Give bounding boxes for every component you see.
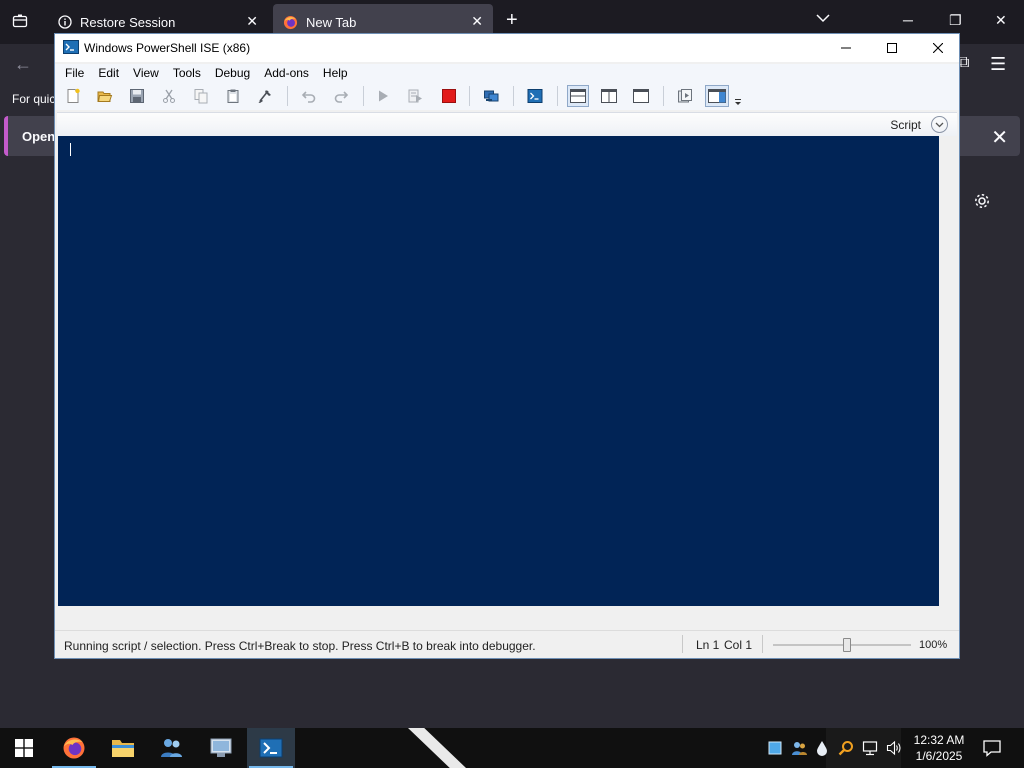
zoom-slider-thumb[interactable] — [843, 638, 851, 652]
script-pane-toggle-bar: Script — [57, 112, 957, 136]
clock-time: 12:32 AM — [913, 733, 965, 747]
menu-debug[interactable]: Debug — [208, 64, 257, 82]
hamburger-menu-icon[interactable]: ☰ — [990, 54, 1006, 75]
close-tab-icon[interactable]: ✕ — [246, 13, 258, 30]
menu-bar: File Edit View Tools Debug Add-ons Help — [55, 64, 959, 82]
wallpaper-stripe — [408, 728, 466, 768]
script-toggle-label[interactable]: Script — [890, 118, 921, 132]
console-pane[interactable] — [58, 136, 939, 606]
tab-label: Restore Session — [80, 14, 176, 30]
gear-icon[interactable] — [973, 192, 991, 213]
people-icon[interactable] — [148, 728, 196, 768]
zoom-level: 100% — [919, 639, 948, 651]
paste-icon[interactable] — [223, 86, 243, 106]
clock-date: 1/6/2025 — [915, 749, 963, 763]
text-caret — [70, 143, 71, 156]
window-title: Windows PowerShell ISE (x86) — [84, 41, 251, 55]
vertical-scrollbar[interactable] — [939, 136, 957, 606]
powershell-ise-icon — [63, 39, 79, 58]
tab-label: New Tab — [306, 14, 357, 30]
start-powershell-exe-icon[interactable] — [525, 86, 545, 106]
firefox-view-icon[interactable] — [12, 13, 28, 32]
toolbar-overflow-icon[interactable] — [733, 92, 743, 112]
chevron-down-icon[interactable] — [931, 116, 948, 133]
script-pane-top-icon[interactable] — [567, 85, 589, 107]
water-drop-icon[interactable] — [814, 740, 830, 756]
taskbar: 12:32 AM 1/6/2025 — [0, 728, 1024, 768]
menu-tools[interactable]: Tools — [166, 64, 208, 82]
menu-file[interactable]: File — [58, 64, 91, 82]
remote-powershell-icon[interactable] — [481, 86, 501, 106]
window-title-bar[interactable]: Windows PowerShell ISE (x86) — [55, 34, 959, 62]
save-icon[interactable] — [127, 86, 147, 106]
restore-icon[interactable]: ❐ — [949, 12, 962, 29]
close-icon[interactable]: ✕ — [995, 12, 1007, 29]
windows-logo-icon — [15, 739, 33, 757]
horizontal-scrollbar[interactable] — [58, 606, 957, 622]
line-number: Ln 1 — [696, 638, 720, 652]
minimize-icon[interactable]: ─ — [903, 12, 913, 28]
zoom-slider[interactable] — [773, 638, 911, 652]
new-script-icon[interactable] — [63, 86, 83, 106]
close-notification-icon[interactable]: ✕ — [991, 125, 1008, 150]
redo-icon[interactable] — [331, 86, 351, 106]
open-icon[interactable] — [95, 86, 115, 106]
network-users-icon[interactable] — [791, 740, 807, 756]
notifications-icon[interactable] — [982, 738, 1002, 761]
toolbar — [55, 82, 959, 110]
maximize-icon[interactable] — [869, 36, 915, 60]
clear-console-icon[interactable] — [255, 86, 275, 106]
menu-add-ons[interactable]: Add-ons — [257, 64, 316, 82]
undo-icon[interactable] — [299, 86, 319, 106]
info-icon — [58, 15, 72, 29]
show-command-window-icon[interactable] — [705, 85, 729, 107]
firefox-icon[interactable] — [50, 728, 98, 768]
clock[interactable]: 12:32 AM 1/6/2025 — [908, 732, 970, 764]
powershell-ise-icon[interactable] — [247, 728, 295, 768]
firefox-icon — [283, 15, 298, 30]
column-number: Col 1 — [724, 638, 753, 652]
quick-search-hint: For quic — [12, 92, 56, 106]
status-message: Running script / selection. Press Ctrl+B… — [64, 639, 536, 653]
back-icon[interactable]: ← — [14, 54, 32, 75]
new-tab-button[interactable]: + — [506, 10, 518, 30]
run-selection-icon[interactable] — [405, 86, 425, 106]
list-all-tabs-icon[interactable] — [816, 12, 830, 26]
control-panel-icon[interactable] — [197, 728, 245, 768]
minimize-icon[interactable] — [823, 36, 869, 60]
close-tab-icon[interactable]: ✕ — [471, 13, 483, 30]
close-icon[interactable] — [915, 36, 961, 60]
run-script-icon[interactable] — [373, 86, 393, 106]
cut-icon[interactable] — [159, 86, 179, 106]
script-pane-maximized-icon[interactable] — [631, 86, 651, 106]
menu-edit[interactable]: Edit — [91, 64, 126, 82]
stop-operation-icon[interactable] — [439, 86, 459, 106]
menu-view[interactable]: View — [126, 64, 166, 82]
start-button[interactable] — [0, 728, 48, 768]
show-script-pane-icon[interactable] — [675, 86, 695, 106]
file-explorer-icon[interactable] — [99, 728, 147, 768]
script-pane-right-icon[interactable] — [599, 86, 619, 106]
status-divider — [762, 635, 763, 653]
menu-help[interactable]: Help — [316, 64, 355, 82]
search-tray-icon[interactable] — [838, 740, 854, 756]
volume-icon[interactable] — [886, 740, 902, 756]
network-icon[interactable] — [862, 740, 878, 756]
copy-icon[interactable] — [191, 86, 211, 106]
status-divider — [682, 635, 683, 653]
show-desktop-icon[interactable] — [767, 740, 783, 756]
powershell-ise-window: Windows PowerShell ISE (x86) File Edit V… — [54, 33, 960, 659]
status-bar: Running script / selection. Press Ctrl+B… — [55, 630, 959, 658]
